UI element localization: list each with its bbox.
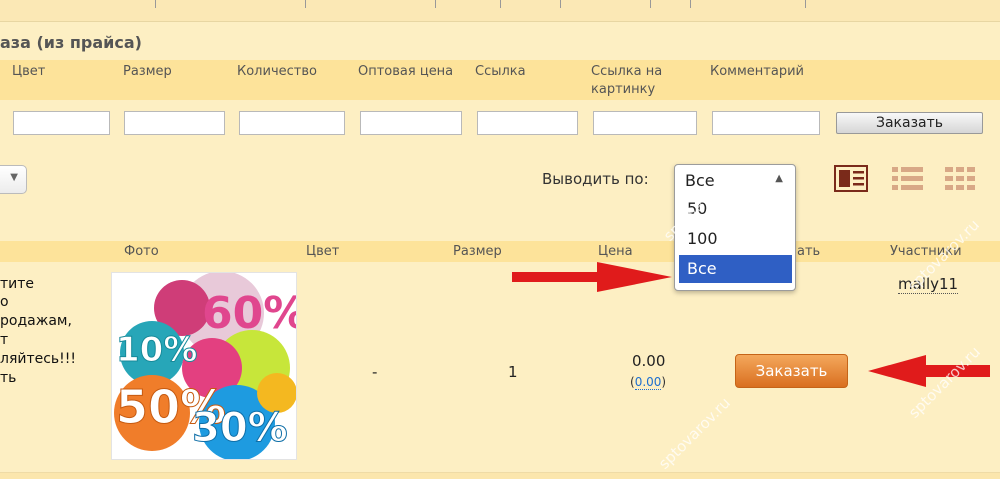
dropdown-option-100[interactable]: 100	[679, 225, 792, 253]
tick-mark	[650, 0, 651, 8]
size-input[interactable]	[124, 111, 225, 135]
col-quantity: Количество	[237, 64, 317, 79]
price-sub-close: )	[661, 375, 667, 389]
tick-mark	[435, 0, 436, 8]
description-line: родажам,	[0, 313, 72, 329]
col-link: Ссылка	[475, 64, 526, 79]
tick-mark	[560, 0, 561, 8]
per-page-dropdown[interactable]: Все ▲ 50 100 Все	[674, 164, 796, 291]
description-line: о	[0, 294, 9, 310]
tick-mark	[690, 0, 691, 8]
col-image-link-line1: Ссылка на	[591, 64, 663, 79]
col-color: Цвет	[12, 64, 46, 79]
grid-view-icon[interactable]	[944, 165, 978, 192]
list-detailed-view-icon[interactable]	[834, 165, 868, 192]
quantity-input[interactable]	[239, 111, 345, 135]
sale-percent-image: 60% 10% 50% 30%	[114, 273, 297, 459]
percent-30: 30%	[192, 405, 288, 451]
chevron-down-icon: ▼	[10, 172, 18, 183]
chevron-up-icon: ▲	[775, 173, 783, 184]
tick-mark	[805, 0, 806, 8]
percent-60: 60%	[202, 288, 297, 339]
tick-mark	[305, 0, 306, 8]
col-image-link: Ссылка на картинку	[591, 63, 662, 99]
section-title: аза (из прайса)	[0, 33, 142, 52]
th-order: ать	[797, 244, 821, 259]
th-photo: Фото	[124, 244, 159, 259]
row-color: -	[372, 363, 378, 381]
percent-10: 10%	[116, 330, 197, 370]
th-price: Цена	[598, 244, 633, 259]
dropdown-option-all[interactable]: Все	[679, 255, 792, 283]
col-image-link-line2: картинку	[591, 82, 656, 97]
list-view-icon[interactable]	[891, 165, 925, 192]
price-sub-link[interactable]: 0.00	[634, 375, 662, 390]
sort-select[interactable]: ▼	[0, 165, 27, 194]
tick-mark	[155, 0, 156, 8]
product-photo[interactable]: 60% 10% 50% 30%	[111, 272, 297, 460]
row-divider	[0, 472, 1000, 479]
tick-mark	[500, 0, 501, 8]
order-button[interactable]: Заказать	[735, 354, 848, 388]
link-input[interactable]	[477, 111, 578, 135]
arrow-right-icon	[512, 262, 672, 292]
col-size: Размер	[123, 64, 172, 79]
image-link-input[interactable]	[593, 111, 697, 135]
comment-input[interactable]	[712, 111, 820, 135]
price-sub-open: (	[630, 375, 635, 389]
row-price: 0.00	[632, 352, 666, 370]
order-button-form[interactable]: Заказать	[836, 112, 983, 134]
col-wholesale-price: Оптовая цена	[358, 64, 454, 79]
description-line: ть	[0, 370, 17, 386]
description-line: тите	[0, 276, 35, 292]
table-header: Фото Цвет Размер Цена ать Участники	[0, 241, 1000, 262]
col-comment: Комментарий	[710, 64, 804, 79]
description-line: т	[0, 332, 9, 348]
per-page-label: Выводить по:	[542, 170, 649, 188]
wholesale-price-input[interactable]	[360, 111, 462, 135]
th-color: Цвет	[306, 244, 340, 259]
description-line: ляйтесь!!!	[0, 351, 77, 367]
row-price-sub: (0.00)	[630, 375, 667, 390]
color-input[interactable]	[13, 111, 110, 135]
top-strip	[0, 0, 1000, 22]
th-size: Размер	[453, 244, 502, 259]
price-form-header: Цвет Размер Количество Оптовая цена Ссыл…	[0, 60, 1000, 100]
row-size: 1	[508, 363, 518, 381]
